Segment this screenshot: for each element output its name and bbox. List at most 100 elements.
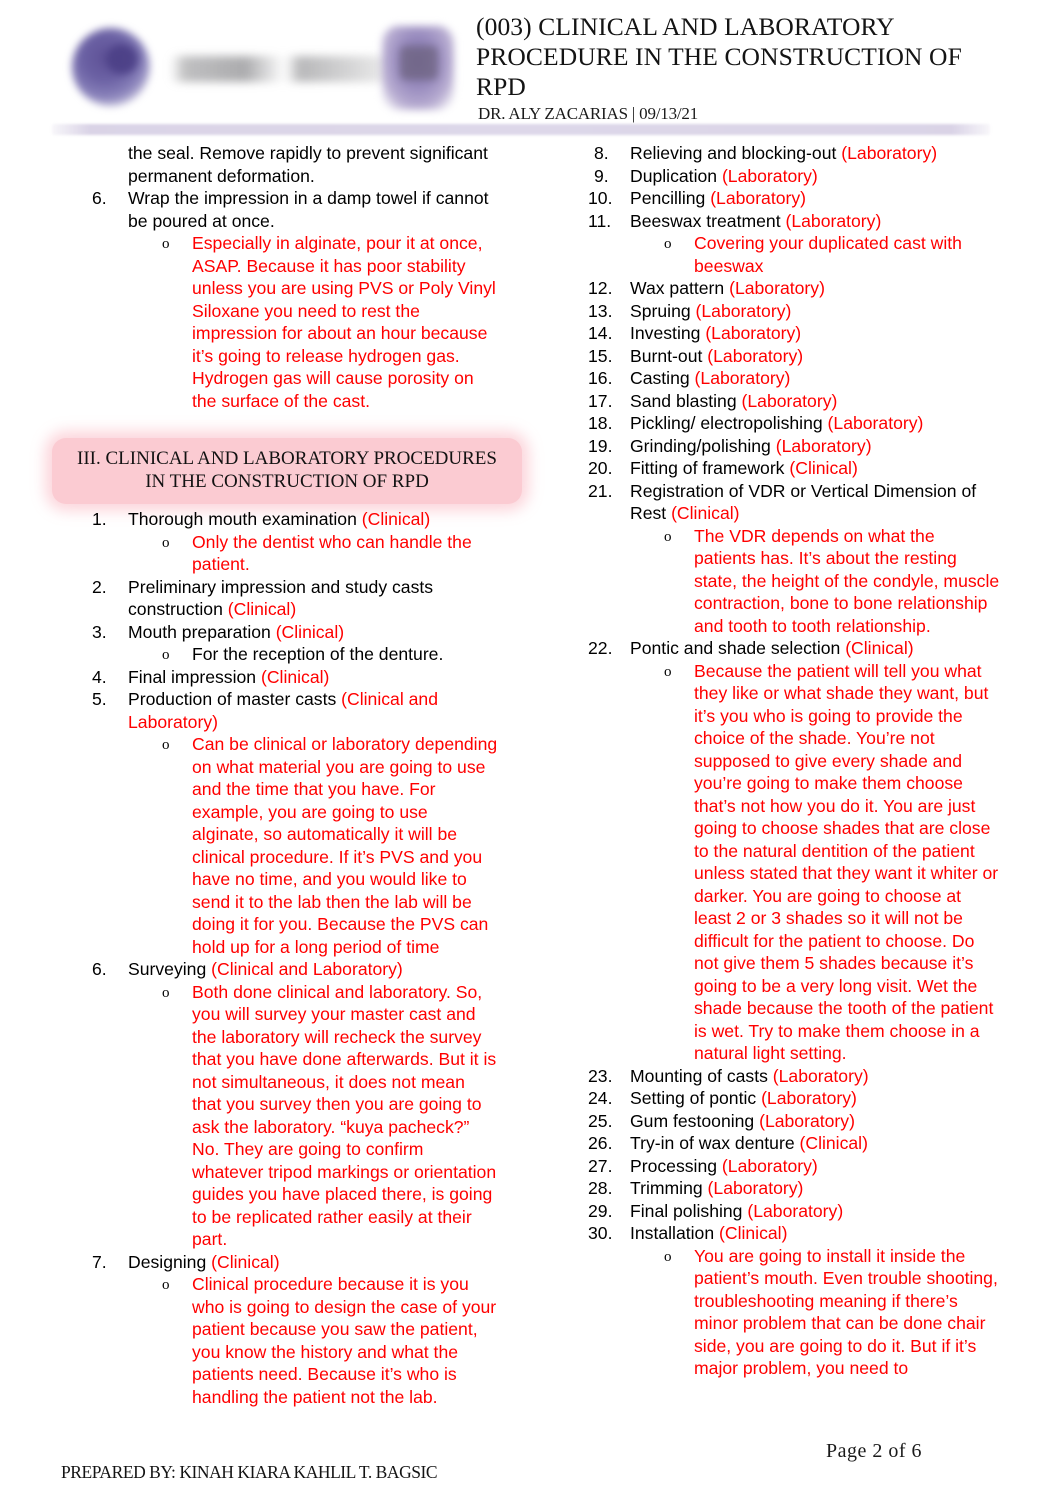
list-item-sub-text: Both done clinical and laboratory. So, y… <box>192 981 497 1250</box>
list-item-number: 15. <box>588 345 613 366</box>
list-item-sub-text: Clinical procedure because it is you who… <box>192 1274 497 1407</box>
list-item-sub: o Covering your duplicated cast with bees… <box>580 232 1000 277</box>
list-item-number: 27. <box>588 1155 613 1176</box>
list-item: 11. Beeswax treatment (Laboratory) <box>580 210 1000 233</box>
list-item-number: 22. <box>588 638 613 658</box>
list-item-tag: (Clinical) <box>845 638 914 658</box>
list-item: 27. Processing (Laboratory) <box>580 1155 1000 1178</box>
list-item-sub: o Clinical procedure because it is you wh… <box>78 1273 498 1408</box>
list-item-tag: (Laboratory) <box>841 143 938 163</box>
list-item-text: Duplication <box>630 165 722 186</box>
list-item: 19. Grinding/polishing (Laboratory) <box>580 435 1000 458</box>
list-item-text: Beeswax treatment <box>630 210 786 231</box>
circle-bullet-icon: o <box>162 1277 170 1293</box>
circle-bullet-icon: o <box>162 647 170 663</box>
list-item-text: Pontic and shade selection <box>630 638 846 658</box>
list-item: 12. Wax pattern (Laboratory) <box>580 277 1000 300</box>
left-column-list: 1. Thorough mouth examination (Clinical) o… <box>78 508 498 1408</box>
prepared-by: PREPARED BY: KINAH KIARA KAHLIL T. BAGSI… <box>61 1462 438 1482</box>
list-item-text: Trimming <box>630 1178 708 1198</box>
list-item-number: 6. <box>92 188 107 208</box>
university-seal-logo-detail-icon <box>106 44 138 74</box>
document-subtitle: DR. ALY ZACARIAS | 09/13/21 <box>478 104 698 123</box>
header-divider <box>52 124 990 135</box>
list-item-text: Sand blasting <box>630 390 742 411</box>
list-item-tag: (Laboratory) <box>729 278 825 298</box>
list-item-sub-text: Covering your duplicated cast with beesw… <box>694 233 962 276</box>
circle-bullet-icon: o <box>162 534 170 551</box>
list-item-sub: o Both done clinical and laboratory. So, … <box>78 981 498 1251</box>
list-item-number: 26. <box>588 1133 613 1153</box>
list-item: 29. Final polishing (Laboratory) <box>580 1200 1000 1223</box>
page-header: (003) CLINICAL AND LABORATORY PROCEDURE … <box>0 0 1062 140</box>
list-item: 25. Gum festooning (Laboratory) <box>580 1110 1000 1133</box>
list-item-text: Grinding/polishing <box>630 435 776 456</box>
list-item-text: Casting <box>630 368 695 388</box>
list-item-number: 9. <box>594 165 609 186</box>
circle-bullet-icon: o <box>162 984 170 1001</box>
list-item-text: Processing <box>630 1155 722 1176</box>
list-item-tag: (Clinical) <box>275 621 345 642</box>
list-item-sub: o Because the patient will tell you what … <box>580 660 1000 1065</box>
list-item-number: 7. <box>92 1251 107 1272</box>
section-heading-callout: III. CLINICAL AND LABORATORY PROCEDURES … <box>52 438 522 504</box>
list-item: 8. Relieving and blocking-out (Laboratory… <box>580 142 1000 165</box>
list-item-sub-text: Only the dentist who can handle the pati… <box>192 531 472 575</box>
list-item-tag: (Laboratory) <box>761 1088 857 1108</box>
logo-strip <box>62 14 462 114</box>
list-item-text: Fitting of framework <box>630 458 790 478</box>
continuation-line-2: permanent deformation. <box>128 165 315 186</box>
list-item-tag: (Clinical) <box>719 1223 788 1243</box>
list-item-text: Mouth preparation <box>128 621 276 642</box>
list-item: 16. Casting (Laboratory) <box>580 367 1000 390</box>
continuation-line-1: the seal. Remove rapidly to prevent sign… <box>128 143 488 163</box>
list-item: 5. Production of master casts (Clinical a… <box>78 688 498 733</box>
list-item: 6. Surveying (Clinical and Laboratory) <box>78 958 498 981</box>
list-item-text: Spruing <box>630 300 696 321</box>
list-item-sub-text: Especially in alginate, pour it at once,… <box>192 233 496 411</box>
circle-bullet-icon: o <box>664 236 672 252</box>
list-item-number: 12. <box>588 278 613 298</box>
section-heading-text: III. CLINICAL AND LABORATORY PROCEDURES … <box>52 438 522 504</box>
list-item: 20. Fitting of framework (Clinical) <box>580 457 1000 480</box>
list-item-text: Thorough mouth examination <box>128 509 362 529</box>
list-item-tag: (Clinical) <box>671 503 740 523</box>
list-item-text: Surveying <box>128 959 212 979</box>
list-item-number: 13. <box>588 300 613 321</box>
circle-bullet-icon: o <box>664 528 672 545</box>
list-item-number: 20. <box>588 458 613 478</box>
list-item-number: 16. <box>588 368 613 388</box>
organization-emblem-logo-detail-icon <box>400 46 438 80</box>
list-item: 24. Setting of pontic (Laboratory) <box>580 1087 1000 1110</box>
list-item-text: Pencilling <box>630 188 711 208</box>
list-item-number: 1. <box>92 509 107 529</box>
list-item: 26. Try-in of wax denture (Clinical) <box>580 1132 1000 1155</box>
list-item-tag: (Laboratory) <box>775 435 872 456</box>
list-item-number: 4. <box>92 666 107 687</box>
list-item: 21. Registration of VDR or Vertical Dimen… <box>580 480 1000 525</box>
list-item-tag: (Laboratory) <box>741 390 838 411</box>
list-item-number: 23. <box>588 1065 613 1086</box>
list-item-sub: o Only the dentist who can handle the pat… <box>78 531 498 576</box>
document-title: (003) CLINICAL AND LABORATORY PROCEDURE … <box>476 12 962 101</box>
list-item-text: Installation <box>630 1223 719 1243</box>
list-item: 28. Trimming (Laboratory) <box>580 1177 1000 1200</box>
left-column: the seal. Remove rapidly to prevent sign… <box>52 142 522 1408</box>
list-item-number: 25. <box>588 1110 613 1131</box>
right-column-list: 8. Relieving and blocking-out (Laboratory… <box>580 142 1000 1380</box>
list-item-text: Designing <box>128 1251 212 1272</box>
list-item-tag: (Laboratory) <box>827 413 924 433</box>
list-item-number: 3. <box>92 621 107 642</box>
list-item-tag: (Laboratory) <box>759 1110 855 1131</box>
list-item-tag: (Laboratory) <box>707 345 804 366</box>
list-item: 3. Mouth preparation (Clinical) <box>78 621 498 644</box>
list-item-text: Gum festooning <box>630 1110 760 1131</box>
list-item: 15. Burnt-out (Laboratory) <box>580 345 1000 368</box>
list-item-tag: (Clinical) <box>789 458 858 478</box>
list-item-text: Mounting of casts <box>630 1065 773 1086</box>
list-item-sub-text: Because the patient will tell you what t… <box>694 660 999 1064</box>
circle-bullet-icon: o <box>162 236 170 252</box>
list-item-number: 11. <box>588 210 612 231</box>
list-item-text: Final polishing <box>630 1200 748 1221</box>
list-item-tag: (Laboratory) <box>772 1065 869 1086</box>
